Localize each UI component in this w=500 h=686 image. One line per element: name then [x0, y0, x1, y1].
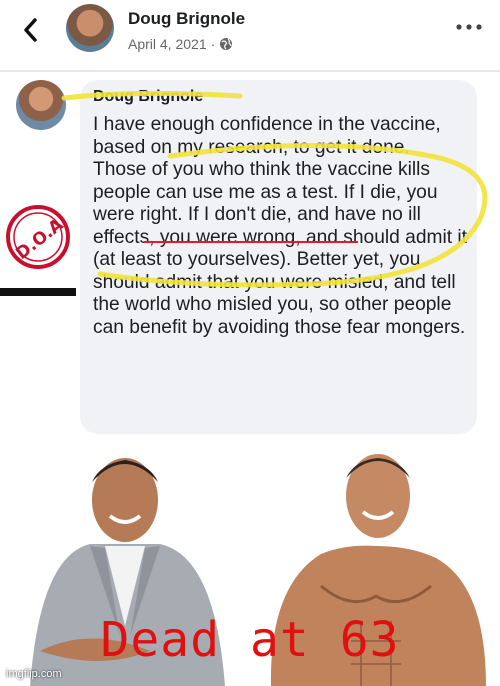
- meta-separator: ·: [210, 36, 216, 52]
- header-divider: [0, 70, 500, 72]
- doa-stamp-icon: D.O.A: [6, 205, 70, 269]
- watermark: imgflip.com: [6, 668, 62, 680]
- comment-text: I have enough confidence in the vaccine,…: [93, 114, 468, 338]
- comment-bubble: Doug Brignole I have enough confidence i…: [80, 80, 477, 434]
- globe-icon: [220, 38, 233, 50]
- profile-name[interactable]: Doug Brignole: [128, 9, 245, 29]
- comment-author[interactable]: Doug Brignole: [93, 88, 203, 106]
- post-date[interactable]: April 4, 2021: [128, 36, 207, 52]
- doa-caption-bar: [0, 288, 76, 296]
- more-options-icon[interactable]: [455, 22, 483, 32]
- post-header: Doug Brignole April 4, 2021 ·: [0, 0, 500, 68]
- post-meta: April 4, 2021 ·: [128, 36, 233, 52]
- back-chevron-icon[interactable]: [20, 16, 42, 44]
- profile-avatar[interactable]: [66, 4, 114, 52]
- comment-avatar[interactable]: [16, 80, 66, 130]
- meme-caption: Dead at 63: [100, 612, 400, 668]
